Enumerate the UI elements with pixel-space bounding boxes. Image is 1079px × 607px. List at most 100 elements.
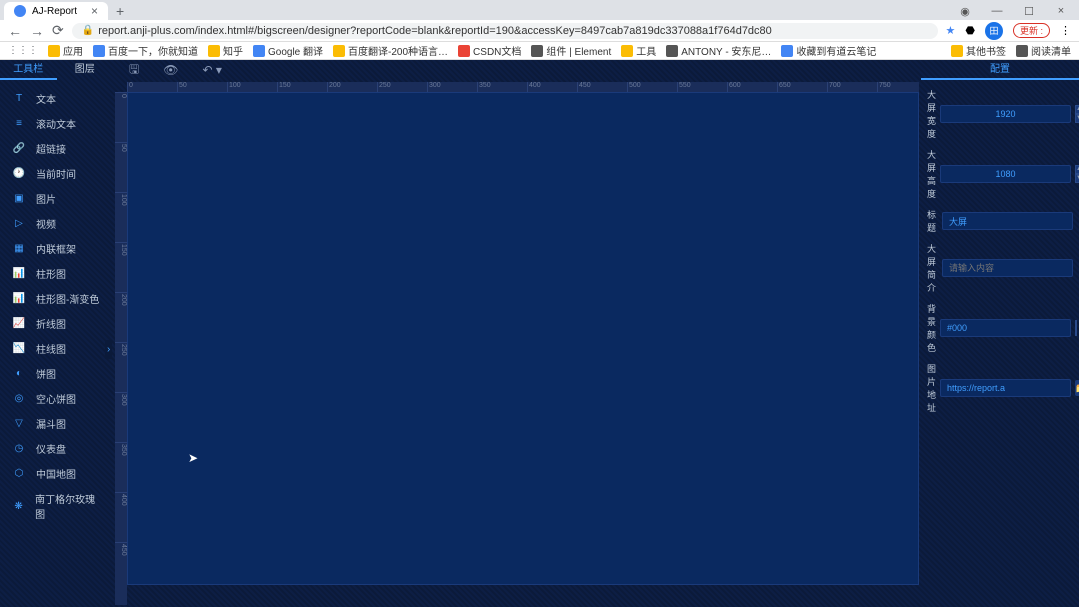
- reading-list[interactable]: 阅读清单: [1016, 43, 1071, 58]
- apps-icon[interactable]: ⋮⋮⋮: [8, 45, 38, 56]
- title-input[interactable]: [942, 212, 1073, 230]
- bookmark-star-icon[interactable]: ★: [946, 24, 956, 37]
- tool-icon: ◷: [12, 442, 26, 456]
- bookmark-item[interactable]: 组件 | Element: [531, 43, 611, 58]
- save-icon[interactable]: 🖫: [129, 60, 139, 81]
- menu-icon[interactable]: ⋮: [1060, 24, 1071, 37]
- tool-label: 柱形图-渐变色: [36, 291, 99, 306]
- tool-item[interactable]: ▽漏斗图: [0, 411, 113, 436]
- new-tab-button[interactable]: +: [116, 3, 124, 19]
- tool-label: 当前时间: [36, 166, 76, 181]
- tool-icon: ⬡: [12, 467, 26, 481]
- tool-item[interactable]: ◎ 空心饼图: [0, 386, 113, 411]
- tool-icon: 📊: [12, 267, 26, 281]
- tool-item[interactable]: 🕐当前时间: [0, 161, 113, 186]
- tool-icon: 📈: [12, 317, 26, 331]
- tool-item[interactable]: 📊 柱形图: [0, 261, 113, 286]
- tool-label: 中国地图: [36, 466, 76, 481]
- tool-item[interactable]: 📈折线图: [0, 311, 113, 336]
- cursor-icon: ➤: [188, 451, 198, 465]
- imgurl-input[interactable]: [940, 379, 1071, 397]
- bookmark-item[interactable]: 工具: [621, 43, 656, 58]
- tool-label: 文本: [36, 91, 56, 106]
- tool-list: T 文本 ≡滚动文本🔗超链接🕐当前时间▣图片▷视频▦内联框架 📊 柱形图 📊 柱形图-渐变色…: [0, 80, 113, 607]
- maximize-button[interactable]: ☐: [1015, 5, 1043, 18]
- width-stepper[interactable]: ▲▼: [1075, 105, 1079, 123]
- tool-item[interactable]: ◐ 饼图: [0, 361, 113, 386]
- window-controls: ◉ — ☐ ×: [951, 5, 1079, 18]
- tool-icon: 📊: [12, 292, 26, 306]
- tool-icon: ▣: [12, 192, 26, 206]
- browser-tab[interactable]: AJ-Report ×: [4, 2, 108, 20]
- tool-item[interactable]: ≡滚动文本: [0, 111, 113, 136]
- width-input[interactable]: [940, 105, 1071, 123]
- tab-layers[interactable]: 图层: [57, 60, 114, 80]
- cfg-row-imgurl: 图片地址 📁: [927, 362, 1073, 414]
- intro-input[interactable]: [942, 259, 1073, 277]
- config-panel: 配置 大屏宽度 ▲▼ 大屏高度 ▲▼ 标题 大屏简介 背景颜色: [921, 60, 1079, 607]
- cfg-row-width: 大屏宽度 ▲▼: [927, 88, 1073, 140]
- minimize-button[interactable]: —: [983, 5, 1011, 18]
- cfg-label: 背景颜色: [927, 302, 936, 354]
- tool-icon: 📉: [12, 342, 26, 356]
- tool-item[interactable]: 🔗超链接: [0, 136, 113, 161]
- undo-icon[interactable]: ↶ ▾: [202, 63, 221, 77]
- bookmark-item[interactable]: 应用: [48, 43, 83, 58]
- extension-icon[interactable]: ⬣: [965, 24, 975, 37]
- tool-label: 饼图: [36, 366, 56, 381]
- other-bookmarks[interactable]: 其他书签: [951, 43, 1006, 58]
- bookmark-bar: ⋮⋮⋮ 应用 百度一下，你就知道 知乎 Google 翻译 百度翻译-200种语…: [0, 42, 1079, 60]
- update-badge[interactable]: 更新 :: [1013, 23, 1050, 38]
- tool-label: 柱形图: [36, 266, 66, 281]
- tool-label: 空心饼图: [36, 391, 76, 406]
- bookmark-item[interactable]: 百度翻译-200种语言…: [333, 43, 448, 58]
- tool-item[interactable]: ◷仪表盘: [0, 436, 113, 461]
- preview-icon[interactable]: 👁: [163, 63, 178, 77]
- tool-item[interactable]: ⬡ 中国地图: [0, 461, 113, 486]
- bookmark-item[interactable]: 知乎: [208, 43, 243, 58]
- profile-avatar[interactable]: 田: [985, 22, 1003, 40]
- cfg-label: 大屏高度: [927, 148, 936, 200]
- addr-icons: ★ ⬣ 田 更新 : ⋮: [946, 22, 1072, 40]
- tool-item[interactable]: 📉柱线图: [0, 336, 113, 361]
- close-window-button[interactable]: ×: [1047, 5, 1075, 18]
- favicon-icon: [14, 5, 26, 17]
- tool-icon: T: [12, 92, 26, 106]
- canvas-area: 🖫 👁 ↶ ▾ 05010015020025030035040045050055…: [113, 60, 921, 607]
- close-tab-icon[interactable]: ×: [91, 4, 98, 18]
- tool-item[interactable]: ❋南丁格尔玫瑰图: [0, 486, 113, 526]
- back-button[interactable]: ←: [8, 23, 22, 39]
- cfg-label: 图片地址: [927, 362, 936, 414]
- browser-chrome: AJ-Report × + ◉ — ☐ × ← → ⟳ 🔒 report.anj…: [0, 0, 1079, 60]
- tab-tools[interactable]: 工具栏: [0, 60, 57, 80]
- collapse-toolbox-icon[interactable]: ›: [105, 340, 112, 359]
- height-stepper[interactable]: ▲▼: [1075, 165, 1079, 183]
- tool-label: 漏斗图: [36, 416, 66, 431]
- tool-label: 内联框架: [36, 241, 76, 256]
- tool-icon: ◎: [12, 392, 26, 406]
- config-tab[interactable]: 配置: [921, 60, 1079, 80]
- bookmark-item[interactable]: CSDN文档: [458, 43, 521, 58]
- cfg-row-intro: 大屏简介: [927, 242, 1073, 294]
- tool-item[interactable]: T 文本: [0, 86, 113, 111]
- height-input[interactable]: [940, 165, 1071, 183]
- bookmark-item[interactable]: 百度一下，你就知道: [93, 43, 198, 58]
- tool-icon: ◐: [12, 367, 26, 381]
- design-canvas[interactable]: ➤: [127, 92, 919, 585]
- tool-item[interactable]: 📊 柱形图-渐变色: [0, 286, 113, 311]
- folder-icon[interactable]: 📁: [1075, 380, 1079, 396]
- bgcolor-input[interactable]: [940, 319, 1071, 337]
- color-swatch[interactable]: [1075, 320, 1077, 336]
- tool-label: 南丁格尔玫瑰图: [35, 491, 101, 521]
- incognito-icon[interactable]: ◉: [951, 5, 979, 18]
- bookmark-item[interactable]: Google 翻译: [253, 43, 323, 58]
- tool-label: 视频: [36, 216, 56, 231]
- tool-item[interactable]: ▷视频: [0, 211, 113, 236]
- tool-item[interactable]: ▦内联框架: [0, 236, 113, 261]
- tool-item[interactable]: ▣图片: [0, 186, 113, 211]
- forward-button[interactable]: →: [30, 23, 44, 39]
- bookmark-item[interactable]: 收藏到有道云笔记: [781, 43, 876, 58]
- url-input[interactable]: 🔒 report.anji-plus.com/index.html#/bigsc…: [72, 23, 938, 39]
- bookmark-item[interactable]: ANTONY - 安东尼…: [666, 43, 771, 58]
- reload-button[interactable]: ⟳: [52, 22, 64, 39]
